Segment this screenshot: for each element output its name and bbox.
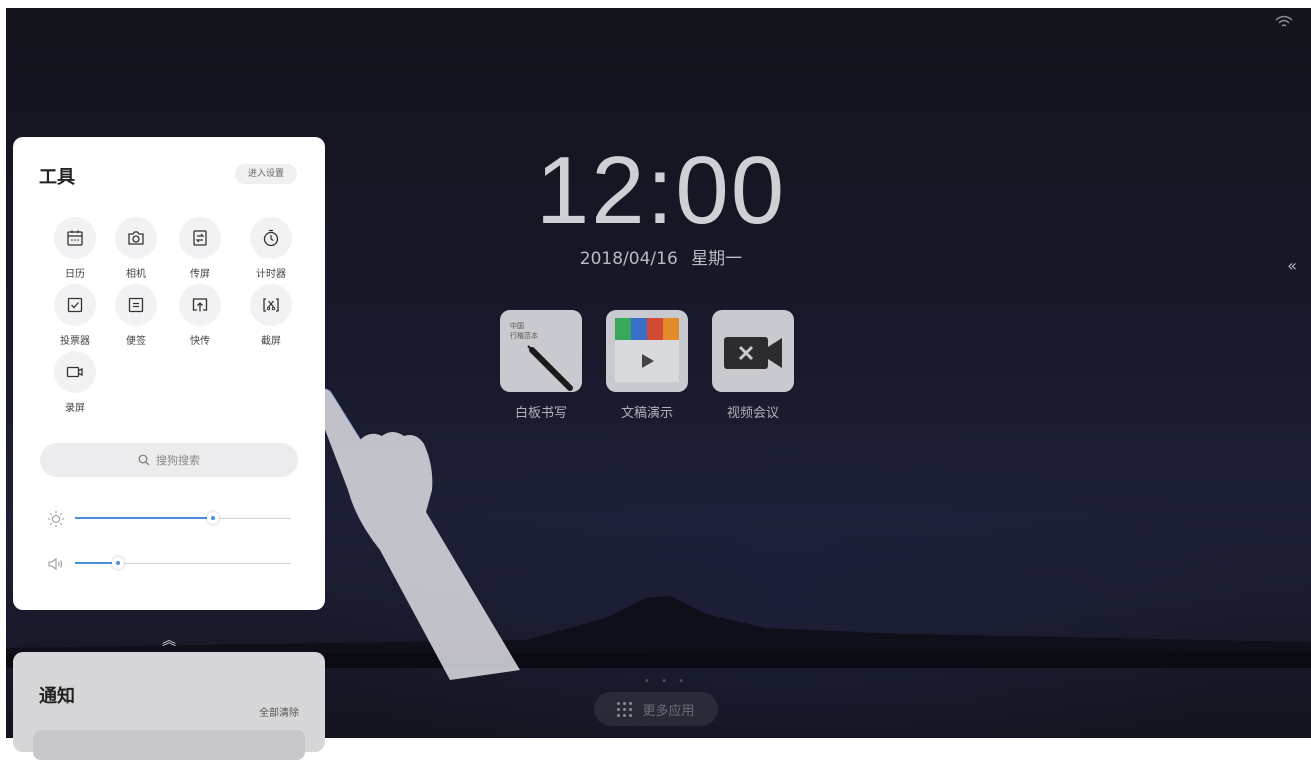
grid-icon	[617, 701, 633, 717]
app-video-conference[interactable]: 视频会议	[712, 310, 794, 421]
timer-icon	[250, 217, 292, 259]
weekday-value: 星期一	[691, 249, 743, 269]
page-indicator: • • •	[644, 676, 689, 687]
tool-label-camera: 相机	[126, 269, 146, 280]
more-apps-label: 更多应用	[642, 703, 695, 719]
tool-label-sticky-note: 便签	[126, 336, 146, 347]
date-display: 2018/04/16 星期一	[526, 244, 796, 269]
brightness-fill	[75, 517, 213, 519]
more-apps-button[interactable]: 更多应用	[594, 692, 718, 726]
presentation-icon	[606, 310, 688, 392]
svg-text:行楷范本: 行楷范本	[510, 331, 538, 340]
pointing-hand-illustration	[315, 388, 520, 680]
brightness-slider[interactable]	[47, 509, 297, 529]
brightness-icon	[48, 511, 64, 527]
clock-time: 12:00	[535, 137, 787, 244]
collapse-sidebar-button[interactable]: «	[1287, 256, 1297, 275]
tool-timer[interactable]: 计时器	[241, 217, 301, 280]
clear-all-button[interactable]: 全部清除	[259, 704, 299, 719]
sticky-note-icon	[115, 284, 157, 326]
enter-settings-button[interactable]: 进入设置	[235, 164, 297, 184]
volume-knob[interactable]	[112, 557, 124, 569]
notification-panel: 通知 全部清除	[13, 652, 325, 760]
calendar-icon	[54, 217, 96, 259]
tool-label-timer: 计时器	[256, 269, 286, 280]
tool-camera[interactable]: 相机	[106, 217, 166, 280]
date-value: 2018/04/16	[579, 249, 678, 269]
search-placeholder: 搜狗搜索	[156, 454, 200, 467]
search-icon	[138, 454, 150, 466]
tool-label-vote: 投票器	[60, 336, 90, 347]
quick-transfer-icon	[179, 284, 221, 326]
vote-icon	[54, 284, 96, 326]
tool-label-calendar: 日历	[65, 269, 85, 280]
svg-text:中国: 中国	[510, 321, 524, 330]
screen-share-icon	[179, 217, 221, 259]
tool-label-screen-share: 传屏	[190, 269, 210, 280]
tool-screen-share[interactable]: 传屏	[170, 217, 230, 280]
app-label-presentation: 文稿演示	[620, 406, 673, 421]
volume-icon	[48, 557, 63, 571]
video-conference-icon	[712, 310, 794, 392]
search-input[interactable]: 搜狗搜索	[40, 443, 298, 477]
app-label-video-conference: 视频会议	[726, 406, 779, 421]
tool-label-screen-record: 录屏	[65, 403, 85, 414]
app-shortcuts: 中国 行楷范本 白板书写 文稿演示 视频会议	[500, 310, 794, 421]
tool-screen-record[interactable]: 录屏	[45, 351, 105, 414]
tool-label-quick-transfer: 快传	[190, 336, 210, 347]
tool-sticky-note[interactable]: 便签	[106, 284, 166, 347]
tool-calendar[interactable]: 日历	[45, 217, 105, 280]
volume-slider[interactable]	[47, 554, 297, 574]
tool-vote[interactable]: 投票器	[45, 284, 105, 347]
tools-panel: 工具 进入设置 日历 相机 传屏 计时器 投票器 便签 快传 截屏 录屏 搜狗搜…	[13, 137, 325, 610]
screenshot-icon	[250, 284, 292, 326]
tool-quick-transfer[interactable]: 快传	[170, 284, 230, 347]
wifi-icon	[1275, 15, 1293, 27]
tools-panel-title: 工具	[39, 167, 75, 188]
app-presentation[interactable]: 文稿演示	[606, 310, 688, 421]
notification-title: 通知	[39, 686, 75, 707]
tool-screenshot[interactable]: 截屏	[241, 284, 301, 347]
tool-label-screenshot: 截屏	[261, 336, 281, 347]
expand-up-chevron-icon[interactable]: ︽	[162, 630, 176, 650]
camera-icon	[115, 217, 157, 259]
screen-record-icon	[54, 351, 96, 393]
brightness-knob[interactable]	[207, 512, 219, 524]
notification-item	[33, 730, 305, 760]
